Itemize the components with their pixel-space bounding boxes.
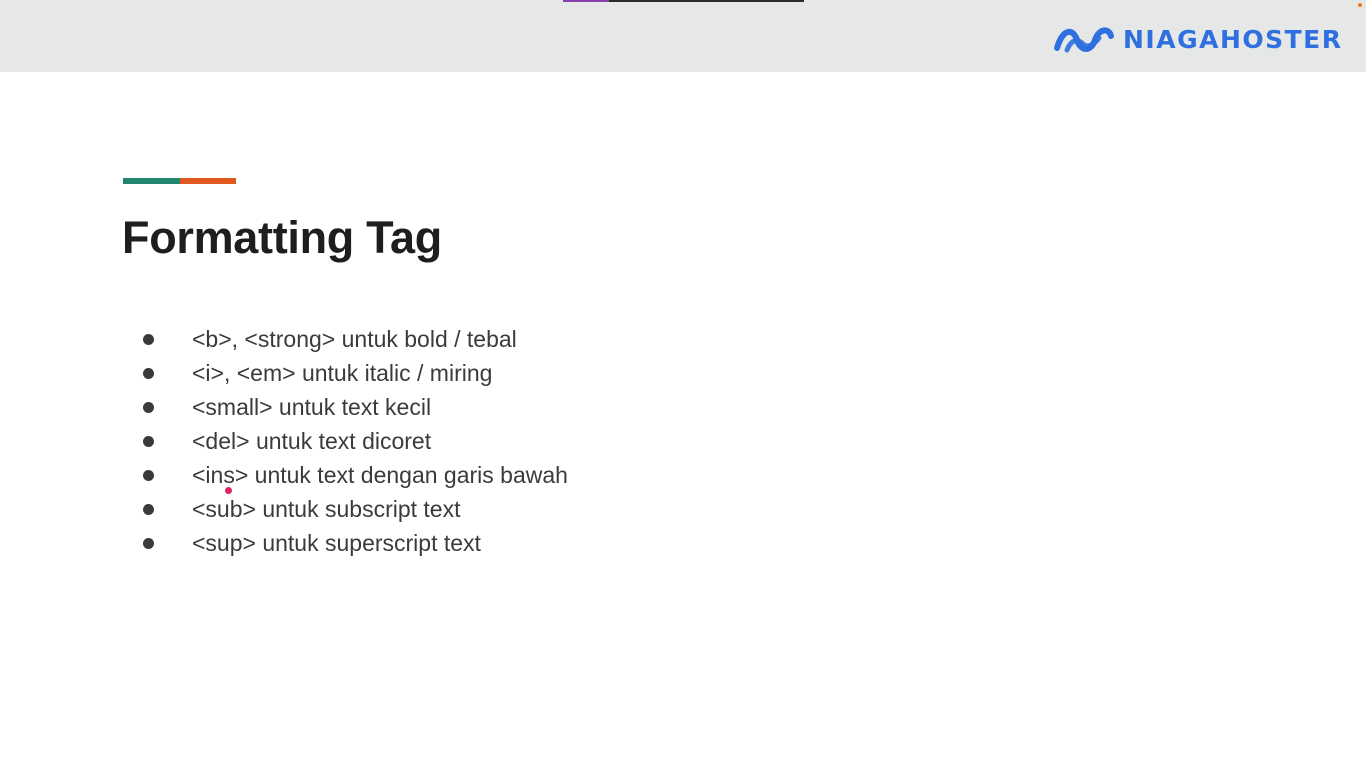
bullet-text: <sup> untuk superscript text xyxy=(192,529,481,556)
accent-bar-orange xyxy=(180,178,236,184)
bullet-dot-icon xyxy=(143,333,154,345)
presentation-slide: NIAGAHOSTER Formatting Tag <b>, <strong>… xyxy=(0,0,1366,768)
bullet-dot-icon xyxy=(143,537,154,549)
bullet-dot-icon xyxy=(143,435,154,447)
bullet-dot-icon xyxy=(143,503,154,515)
bullet-text: <del> untuk text dicoret xyxy=(192,427,432,454)
list-item: <b>, <strong> untuk bold / tebal xyxy=(143,322,568,356)
slide-title: Formatting Tag xyxy=(122,212,442,263)
brand-name: NIAGAHOSTER xyxy=(1123,25,1343,54)
bullet-dot-icon xyxy=(143,367,154,379)
bullet-dot-icon xyxy=(143,401,154,413)
pointer-dot-icon xyxy=(225,487,232,494)
list-item: <del> untuk text dicoret xyxy=(143,424,568,458)
list-item: <sup> untuk superscript text xyxy=(143,526,568,560)
list-item: <sub> untuk subscript text xyxy=(143,492,568,526)
list-item: <i>, <em> untuk italic / miring xyxy=(143,356,568,390)
list-item: <small> untuk text kecil xyxy=(143,390,568,424)
bullet-text: <sub> untuk subscript text xyxy=(192,495,461,522)
bullet-dot-icon xyxy=(143,469,154,481)
bullet-text: <i>, <em> untuk italic / miring xyxy=(192,359,493,386)
title-accent-bar xyxy=(123,178,236,184)
header-band: NIAGAHOSTER xyxy=(0,0,1366,72)
video-progress-bar[interactable] xyxy=(563,0,804,2)
bullet-text: <ins> untuk text dengan garis bawah xyxy=(192,461,568,488)
niagahoster-wave-icon xyxy=(1054,27,1114,53)
bullet-text: <b>, <strong> untuk bold / tebal xyxy=(192,325,517,352)
brand-logo: NIAGAHOSTER xyxy=(1053,24,1343,56)
video-progress-played xyxy=(563,0,609,2)
bullet-list: <b>, <strong> untuk bold / tebal <i>, <e… xyxy=(143,322,568,560)
bullet-text: <small> untuk text kecil xyxy=(192,393,432,420)
status-dot-icon xyxy=(1358,3,1362,7)
accent-bar-teal xyxy=(123,178,180,184)
list-item: <ins> untuk text dengan garis bawah xyxy=(143,458,568,492)
